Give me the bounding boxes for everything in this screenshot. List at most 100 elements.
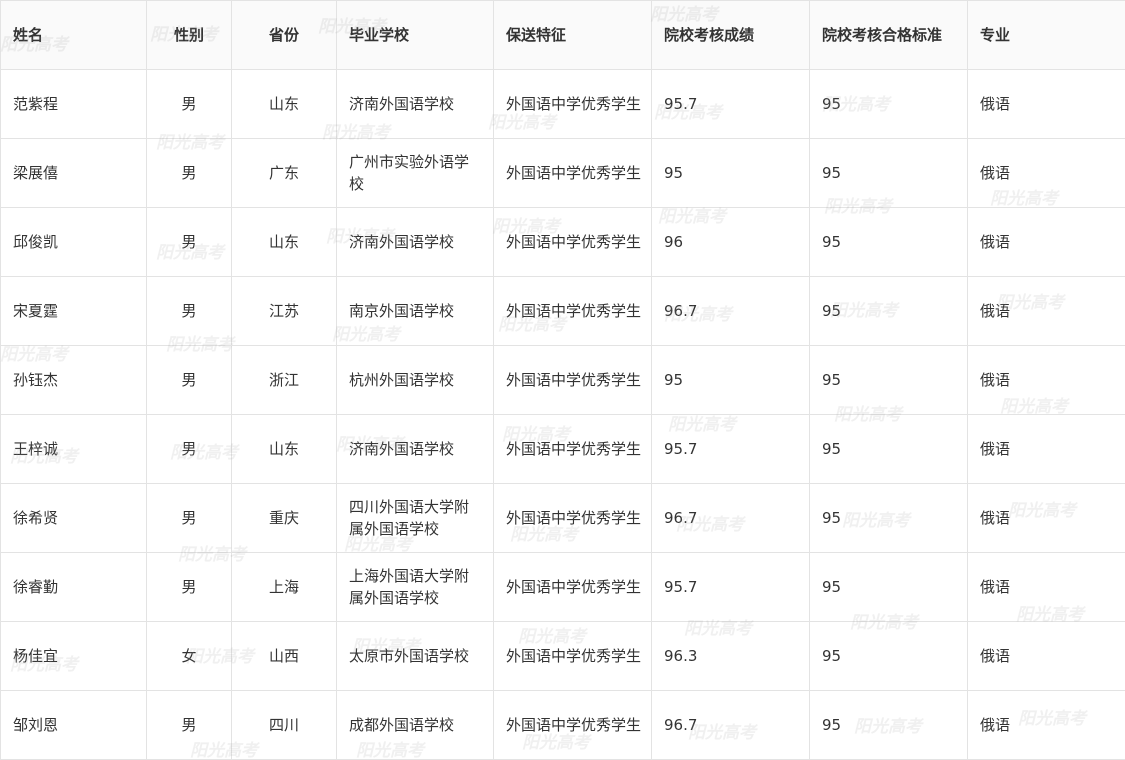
- header-major: 专业: [967, 0, 1125, 70]
- cell-exam-score: 95.7: [651, 69, 810, 139]
- cell-school: 济南外国语学校: [336, 69, 494, 139]
- cell-name: 邱俊凯: [0, 207, 147, 277]
- cell-province: 山东: [231, 69, 337, 139]
- cell-major: 俄语: [967, 690, 1125, 760]
- cell-major: 俄语: [967, 483, 1125, 553]
- cell-recommendation-type: 外国语中学优秀学生: [493, 621, 652, 691]
- header-gender: 性别: [146, 0, 232, 70]
- cell-gender: 男: [146, 345, 232, 415]
- cell-major: 俄语: [967, 138, 1125, 208]
- cell-exam-score: 95: [651, 345, 810, 415]
- header-recommendation-type: 保送特征: [493, 0, 652, 70]
- cell-major: 俄语: [967, 345, 1125, 415]
- cell-pass-standard: 95: [809, 207, 968, 277]
- admission-table: 姓名 性别 省份 毕业学校 保送特征 院校考核成绩 院校考核合格标准 专业 范紫…: [0, 0, 1125, 760]
- cell-school: 济南外国语学校: [336, 414, 494, 484]
- cell-pass-standard: 95: [809, 345, 968, 415]
- cell-gender: 男: [146, 207, 232, 277]
- cell-name: 徐希贤: [0, 483, 147, 553]
- cell-school: 太原市外国语学校: [336, 621, 494, 691]
- cell-major: 俄语: [967, 621, 1125, 691]
- cell-name: 宋夏霆: [0, 276, 147, 346]
- cell-name: 范紫程: [0, 69, 147, 139]
- header-school: 毕业学校: [336, 0, 494, 70]
- cell-gender: 男: [146, 690, 232, 760]
- table-row: 孙钰杰男浙江 杭州外国语学校 外国语中学优秀学生 95 95 俄语: [0, 345, 1125, 415]
- cell-recommendation-type: 外国语中学优秀学生: [493, 690, 652, 760]
- cell-province: 重庆: [231, 483, 337, 553]
- cell-name: 邹刘恩: [0, 690, 147, 760]
- cell-school: 南京外国语学校: [336, 276, 494, 346]
- cell-school: 成都外国语学校: [336, 690, 494, 760]
- cell-name: 孙钰杰: [0, 345, 147, 415]
- cell-recommendation-type: 外国语中学优秀学生: [493, 138, 652, 208]
- header-exam-score: 院校考核成绩: [651, 0, 810, 70]
- table-row: 梁展僖男广东 广州市实验外语学校 外国语中学优秀学生 95 95 俄语: [0, 138, 1125, 208]
- table-header-row: 姓名 性别 省份 毕业学校 保送特征 院校考核成绩 院校考核合格标准 专业: [0, 0, 1125, 70]
- cell-school: 上海外国语大学附属外国语学校: [336, 552, 494, 622]
- cell-exam-score: 96.7: [651, 690, 810, 760]
- cell-gender: 男: [146, 138, 232, 208]
- cell-major: 俄语: [967, 414, 1125, 484]
- cell-major: 俄语: [967, 69, 1125, 139]
- cell-name: 杨佳宜: [0, 621, 147, 691]
- table-row: 范紫程男山东 济南外国语学校 外国语中学优秀学生 95.7 95 俄语: [0, 69, 1125, 139]
- cell-pass-standard: 95: [809, 552, 968, 622]
- table-row: 杨佳宜女山西 太原市外国语学校 外国语中学优秀学生 96.3 95 俄语: [0, 621, 1125, 691]
- cell-major: 俄语: [967, 276, 1125, 346]
- cell-recommendation-type: 外国语中学优秀学生: [493, 483, 652, 553]
- cell-name: 王梓诚: [0, 414, 147, 484]
- cell-exam-score: 96.3: [651, 621, 810, 691]
- cell-pass-standard: 95: [809, 483, 968, 553]
- cell-gender: 男: [146, 69, 232, 139]
- cell-major: 俄语: [967, 207, 1125, 277]
- cell-pass-standard: 95: [809, 621, 968, 691]
- cell-pass-standard: 95: [809, 690, 968, 760]
- cell-school: 广州市实验外语学校: [336, 138, 494, 208]
- cell-gender: 女: [146, 621, 232, 691]
- cell-exam-score: 96: [651, 207, 810, 277]
- cell-school: 济南外国语学校: [336, 207, 494, 277]
- cell-province: 四川: [231, 690, 337, 760]
- table-row: 徐希贤男重庆 四川外国语大学附属外国语学校 外国语中学优秀学生 96.7 95 俄语: [0, 483, 1125, 553]
- cell-exam-score: 95.7: [651, 552, 810, 622]
- table-row: 徐睿勤男上海 上海外国语大学附属外国语学校 外国语中学优秀学生 95.7 95 俄语: [0, 552, 1125, 622]
- cell-recommendation-type: 外国语中学优秀学生: [493, 345, 652, 415]
- cell-recommendation-type: 外国语中学优秀学生: [493, 207, 652, 277]
- cell-pass-standard: 95: [809, 138, 968, 208]
- cell-gender: 男: [146, 483, 232, 553]
- cell-gender: 男: [146, 414, 232, 484]
- cell-exam-score: 95: [651, 138, 810, 208]
- cell-recommendation-type: 外国语中学优秀学生: [493, 276, 652, 346]
- cell-school: 杭州外国语学校: [336, 345, 494, 415]
- cell-recommendation-type: 外国语中学优秀学生: [493, 69, 652, 139]
- cell-school: 四川外国语大学附属外国语学校: [336, 483, 494, 553]
- cell-name: 梁展僖: [0, 138, 147, 208]
- cell-recommendation-type: 外国语中学优秀学生: [493, 414, 652, 484]
- cell-exam-score: 95.7: [651, 414, 810, 484]
- cell-exam-score: 96.7: [651, 483, 810, 553]
- cell-province: 上海: [231, 552, 337, 622]
- cell-province: 山东: [231, 414, 337, 484]
- cell-name: 徐睿勤: [0, 552, 147, 622]
- cell-gender: 男: [146, 276, 232, 346]
- cell-gender: 男: [146, 552, 232, 622]
- cell-recommendation-type: 外国语中学优秀学生: [493, 552, 652, 622]
- header-province: 省份: [231, 0, 337, 70]
- table-row: 邱俊凯男山东 济南外国语学校 外国语中学优秀学生 96 95 俄语: [0, 207, 1125, 277]
- table-row: 王梓诚男山东 济南外国语学校 外国语中学优秀学生 95.7 95 俄语: [0, 414, 1125, 484]
- cell-major: 俄语: [967, 552, 1125, 622]
- cell-province: 浙江: [231, 345, 337, 415]
- cell-exam-score: 96.7: [651, 276, 810, 346]
- cell-pass-standard: 95: [809, 276, 968, 346]
- cell-province: 山东: [231, 207, 337, 277]
- header-name: 姓名: [0, 0, 147, 70]
- table-row: 宋夏霆男江苏 南京外国语学校 外国语中学优秀学生 96.7 95 俄语: [0, 276, 1125, 346]
- header-pass-standard: 院校考核合格标准: [809, 0, 968, 70]
- table-row: 邹刘恩男四川 成都外国语学校 外国语中学优秀学生 96.7 95 俄语: [0, 690, 1125, 760]
- cell-pass-standard: 95: [809, 414, 968, 484]
- cell-province: 山西: [231, 621, 337, 691]
- cell-pass-standard: 95: [809, 69, 968, 139]
- cell-province: 广东: [231, 138, 337, 208]
- cell-province: 江苏: [231, 276, 337, 346]
